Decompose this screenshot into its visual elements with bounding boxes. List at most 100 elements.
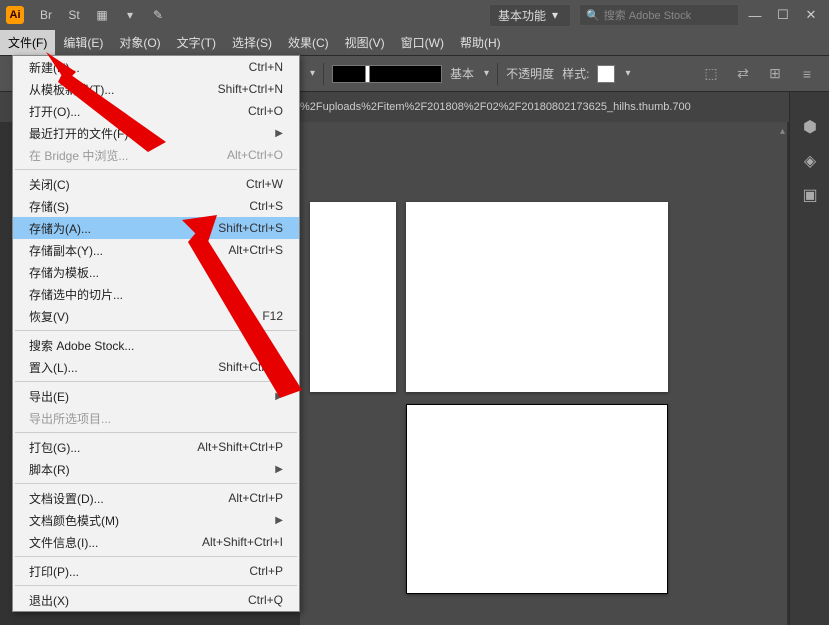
menu-item-shortcut: Shift+Ctrl+S (218, 221, 283, 235)
file-menu-item[interactable]: 恢复(V)F12 (13, 305, 299, 327)
menu-item-label: 在 Bridge 中浏览... (29, 147, 227, 164)
align-icon[interactable]: ⬚ (699, 62, 723, 86)
menu-item-shortcut: Alt+Shift+Ctrl+I (202, 535, 283, 549)
file-menu-item[interactable]: 新建(N)...Ctrl+N (13, 56, 299, 78)
stroke-swatch[interactable] (332, 65, 442, 83)
menu-bar: 文件(F) 编辑(E) 对象(O) 文字(T) 选择(S) 效果(C) 视图(V… (0, 30, 829, 56)
close-button[interactable]: ✕ (799, 5, 823, 25)
document-tab[interactable]: %2Fuploads%2Fitem%2F201808%2F02%2F201808… (300, 101, 691, 113)
menu-item-label: 存储为(A)... (29, 220, 218, 237)
file-menu-item[interactable]: 文档颜色模式(M)▶ (13, 509, 299, 531)
artboard-1[interactable] (310, 202, 396, 392)
submenu-arrow-icon: ▶ (275, 128, 283, 139)
menu-object[interactable]: 对象(O) (111, 30, 168, 55)
menu-help[interactable]: 帮助(H) (452, 30, 509, 55)
arrange-icon[interactable]: ▦ (91, 4, 113, 26)
menu-item-label: 打开(O)... (29, 103, 248, 120)
menu-divider (15, 381, 297, 382)
file-menu-item[interactable]: 存储为(A)...Shift+Ctrl+S (13, 217, 299, 239)
file-menu-item[interactable]: 退出(X)Ctrl+Q (13, 589, 299, 611)
menu-divider (15, 169, 297, 170)
view-mode-icon[interactable]: ▾ (119, 4, 141, 26)
file-menu-item[interactable]: 存储(S)Ctrl+S (13, 195, 299, 217)
file-menu-item[interactable]: 脚本(R) ▶ (13, 458, 299, 480)
menu-item-label: 存储副本(Y)... (29, 242, 228, 259)
minimize-button[interactable]: — (743, 5, 767, 25)
isolate-icon[interactable]: ⊞ (763, 62, 787, 86)
right-panel-dock: ⬢ ◈ ▣ (789, 92, 829, 625)
file-menu-item: 导出所选项目... (13, 407, 299, 429)
style-label: 样式: (562, 65, 589, 82)
file-menu-item[interactable]: 搜索 Adobe Stock... (13, 334, 299, 356)
menu-item-label: 打印(P)... (29, 563, 249, 580)
file-menu-item[interactable]: 文档设置(D)...Alt+Ctrl+P (13, 487, 299, 509)
file-menu-item[interactable]: 置入(L)...Shift+Ctrl+P (13, 356, 299, 378)
scroll-up-icon[interactable]: ▴ (780, 126, 785, 137)
transform-icon[interactable]: ⇄ (731, 62, 755, 86)
stock-icon[interactable]: St (63, 4, 85, 26)
menu-effect[interactable]: 效果(C) (280, 30, 337, 55)
opacity-label[interactable]: 不透明度 (506, 65, 554, 82)
artboard-3[interactable] (406, 404, 668, 594)
menu-item-shortcut: Ctrl+N (249, 60, 283, 74)
file-menu-item[interactable]: 打包(G)...Alt+Shift+Ctrl+P (13, 436, 299, 458)
menu-item-shortcut: Shift+Ctrl+N (218, 82, 283, 96)
file-menu-item[interactable]: 打印(P)...Ctrl+P (13, 560, 299, 582)
file-menu-item[interactable]: 存储选中的切片... (13, 283, 299, 305)
submenu-arrow-icon: ▶ (275, 515, 283, 526)
menu-divider (15, 556, 297, 557)
prefs-icon[interactable]: ≡ (795, 62, 819, 86)
menu-item-label: 脚本(R) (29, 461, 271, 478)
search-input[interactable]: 🔍 搜索 Adobe Stock (579, 4, 739, 26)
menu-item-shortcut: Shift+Ctrl+P (218, 360, 283, 374)
menu-item-label: 存储选中的切片... (29, 286, 283, 303)
menu-item-label: 退出(X) (29, 592, 248, 609)
artboard-2[interactable] (406, 202, 668, 392)
submenu-arrow-icon: ▶ (275, 391, 283, 402)
menu-item-shortcut: Alt+Ctrl+O (227, 148, 283, 162)
maximize-button[interactable]: ☐ (771, 5, 795, 25)
workspace-switcher[interactable]: 基本功能 ▾ (489, 4, 571, 27)
submenu-arrow-icon: ▶ (275, 464, 283, 475)
menu-item-shortcut: Ctrl+S (249, 199, 283, 213)
file-menu-item[interactable]: 从模板新建(T)...Shift+Ctrl+N (13, 78, 299, 100)
menu-window[interactable]: 窗口(W) (393, 30, 452, 55)
menu-edit[interactable]: 编辑(E) (55, 30, 111, 55)
menu-divider (15, 330, 297, 331)
dropdown-icon[interactable]: ▾ (623, 68, 630, 79)
menu-item-label: 存储为模板... (29, 264, 283, 281)
chevron-down-icon: ▾ (552, 8, 558, 22)
title-bar: Ai Br St ▦ ▾ ✎ 基本功能 ▾ 🔍 搜索 Adobe Stock —… (0, 0, 829, 30)
search-icon: 🔍 (586, 9, 600, 22)
dropdown-icon[interactable]: ▾ (482, 68, 489, 79)
cube-icon[interactable]: ⬢ (790, 110, 829, 144)
menu-view[interactable]: 视图(V) (337, 30, 393, 55)
menu-item-shortcut: Ctrl+W (246, 177, 283, 191)
menu-divider (15, 585, 297, 586)
file-menu-item[interactable]: 最近打开的文件(F)▶ (13, 122, 299, 144)
menu-divider (15, 432, 297, 433)
canvas[interactable]: ▴ (300, 122, 787, 625)
file-menu-item[interactable]: 存储副本(Y)...Alt+Ctrl+S (13, 239, 299, 261)
menu-select[interactable]: 选择(S) (224, 30, 280, 55)
file-menu-item[interactable]: 导出(E)▶ (13, 385, 299, 407)
menu-type[interactable]: 文字(T) (169, 30, 224, 55)
bridge-icon[interactable]: Br (35, 4, 57, 26)
menu-item-label: 从模板新建(T)... (29, 81, 218, 98)
menu-file[interactable]: 文件(F) (0, 30, 55, 55)
style-color[interactable] (597, 65, 615, 83)
dropdown-icon[interactable]: ▾ (308, 68, 315, 79)
file-menu-item[interactable]: 存储为模板... (13, 261, 299, 283)
file-menu-item: 在 Bridge 中浏览...Alt+Ctrl+O (13, 144, 299, 166)
menu-item-label: 文档设置(D)... (29, 490, 228, 507)
file-menu-item[interactable]: 文件信息(I)...Alt+Shift+Ctrl+I (13, 531, 299, 553)
workspace-label: 基本功能 (498, 7, 546, 24)
menu-item-label: 新建(N)... (29, 59, 249, 76)
layers-icon[interactable]: ◈ (790, 144, 829, 178)
artboards-icon[interactable]: ▣ (790, 178, 829, 212)
file-menu-dropdown: 新建(N)...Ctrl+N从模板新建(T)...Shift+Ctrl+N打开(… (12, 55, 300, 612)
file-menu-item[interactable]: 打开(O)...Ctrl+O (13, 100, 299, 122)
menu-divider (15, 483, 297, 484)
file-menu-item[interactable]: 关闭(C)Ctrl+W (13, 173, 299, 195)
brush-icon[interactable]: ✎ (147, 4, 169, 26)
